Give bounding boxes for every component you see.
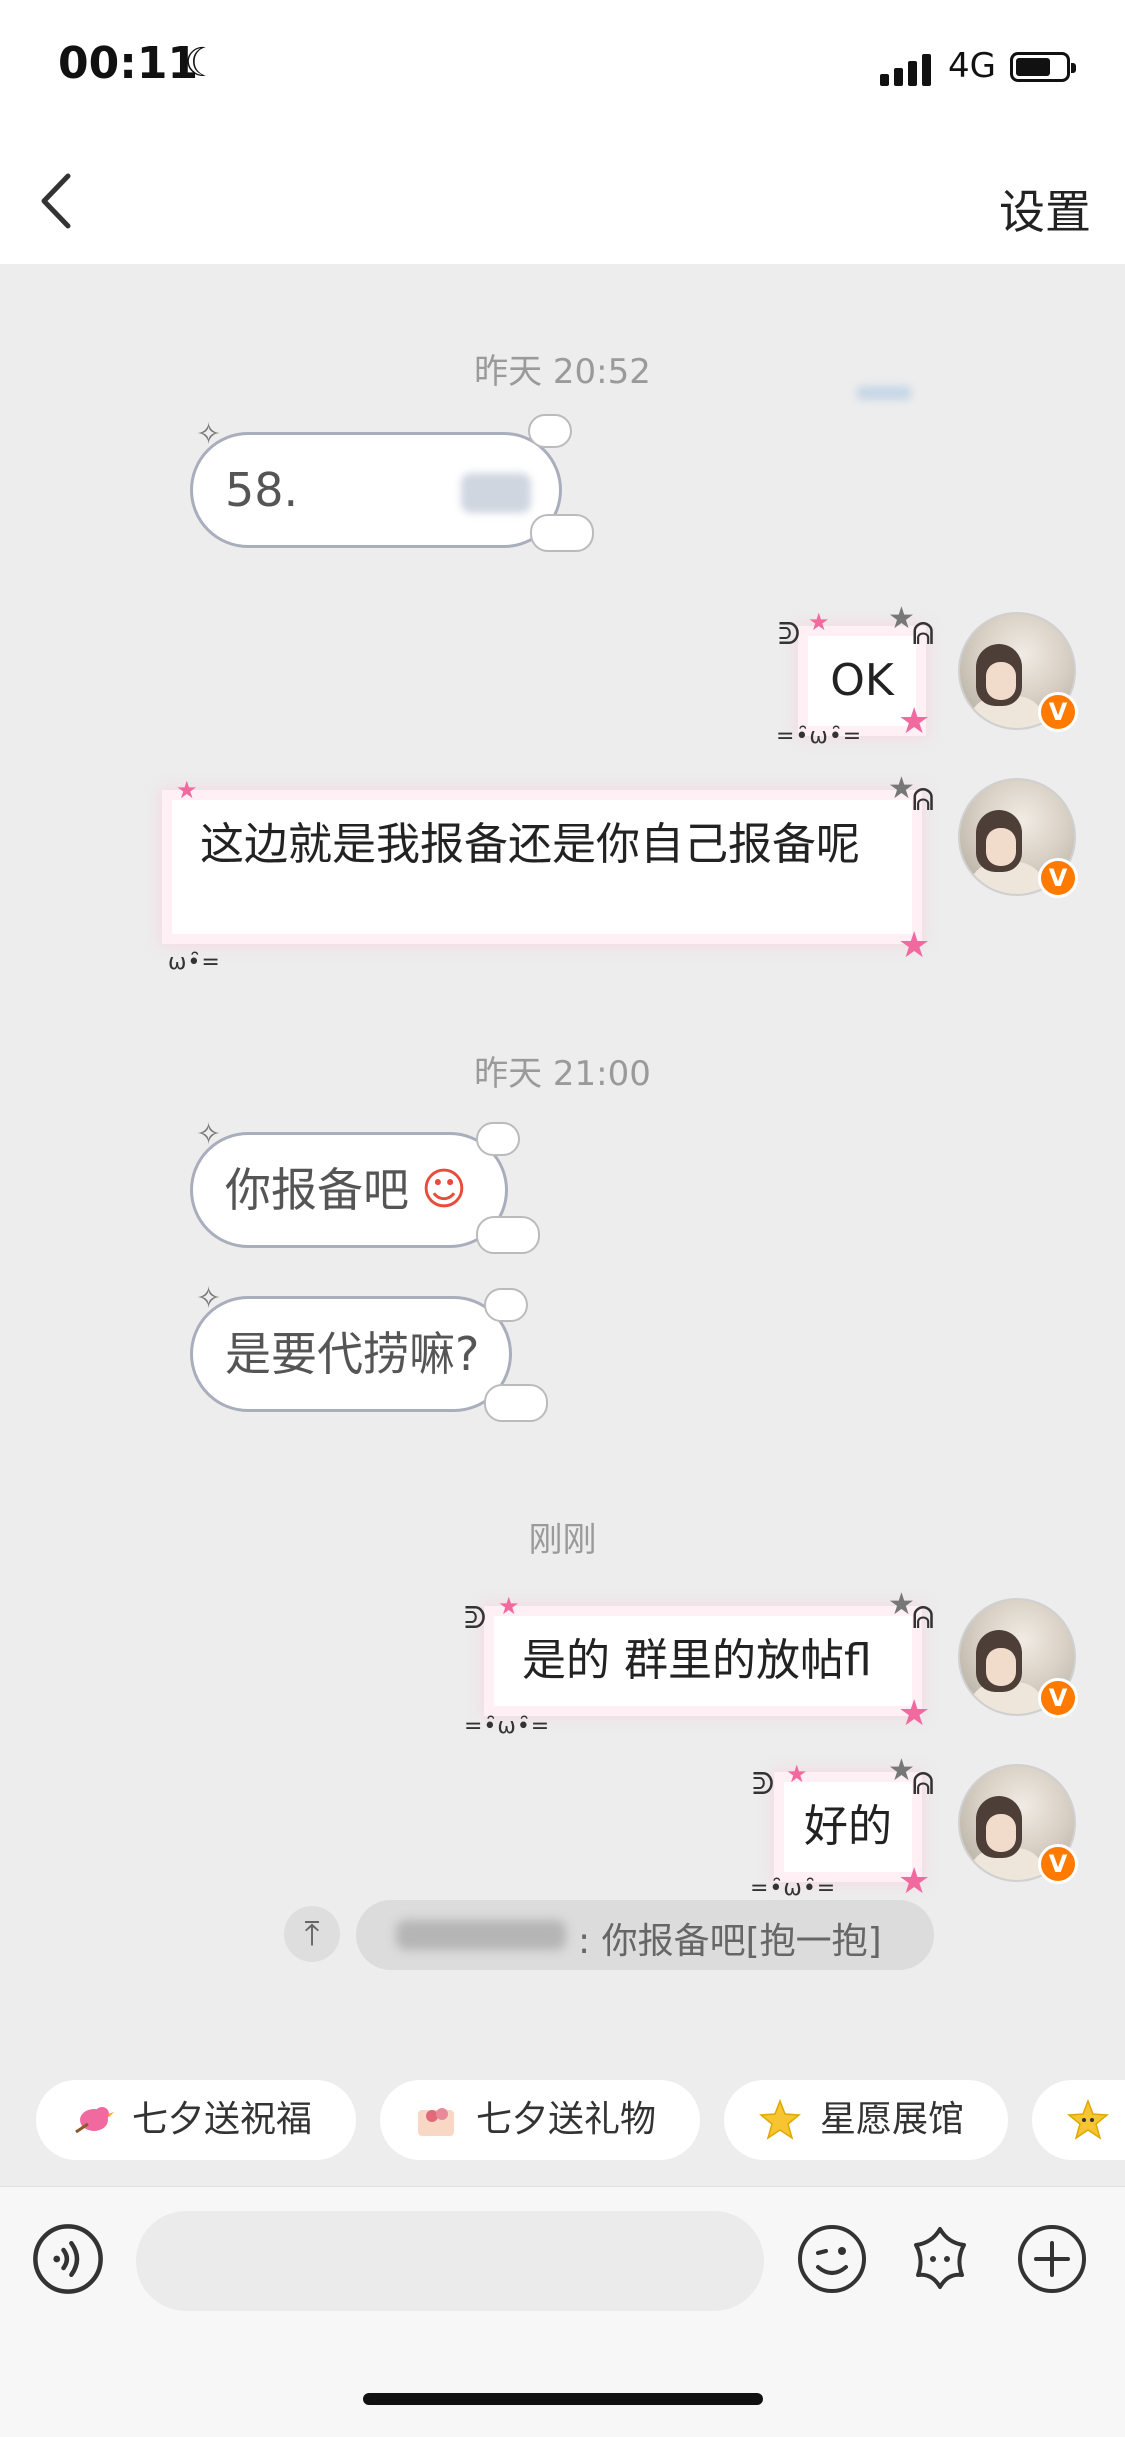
- blurred-content: [856, 386, 912, 400]
- message-text: 58.: [225, 463, 299, 517]
- star-icon: ★: [498, 1592, 520, 1620]
- star-icon: [759, 2098, 801, 2140]
- kaomoji-decoration: ω•̑=: [168, 950, 221, 975]
- cloud-icon: [476, 1216, 540, 1254]
- verified-badge-icon: V: [1038, 858, 1078, 898]
- wing-icon: ᕲ: [464, 1601, 487, 1636]
- star-icon: ★: [888, 601, 915, 636]
- bird-icon: [75, 2107, 114, 2134]
- message-text: 你报备吧: [225, 1163, 409, 1217]
- back-icon[interactable]: [28, 166, 98, 236]
- message-timestamp: 昨天 20:52: [474, 352, 651, 392]
- message-bubble[interactable]: 是要代捞嘛?: [190, 1296, 512, 1412]
- star-icon: ★: [176, 776, 198, 804]
- star-icon: ★: [888, 1587, 915, 1622]
- battery-icon: [1010, 52, 1076, 82]
- star-icon: ★: [888, 1753, 915, 1788]
- star-icon: ★: [898, 701, 931, 742]
- kaomoji-decoration: =•̑ω•̑=: [776, 724, 863, 749]
- wing-icon: ᕱ: [912, 617, 935, 652]
- kaomoji-decoration: =•̑ω•̑=: [750, 1876, 837, 1901]
- verified-badge-icon: V: [1038, 1678, 1078, 1718]
- gift-envelope-icon: [418, 2108, 454, 2136]
- moon-icon: ☾: [184, 40, 220, 86]
- star-icon: ★: [898, 925, 931, 966]
- cloud-icon: [484, 1288, 528, 1322]
- message-bubble[interactable]: 这边就是我报备还是你自己报备呢: [172, 800, 912, 934]
- wing-icon: ᕲ: [778, 617, 801, 652]
- quoted-text: : 你报备吧[抱一抱]: [578, 1921, 882, 1962]
- blurred-content: [461, 473, 531, 513]
- chip-wish-gallery[interactable]: 星愿展馆: [724, 2080, 1008, 2160]
- message-timestamp: 刚刚: [528, 1520, 597, 1560]
- nav-bar: 设置: [0, 140, 1125, 264]
- quoted-message-bar: ⤒ : 你报备吧[抱一抱]: [0, 1900, 1125, 1970]
- settings-button[interactable]: 设置: [999, 176, 1091, 242]
- star-face-icon: [1067, 2098, 1109, 2140]
- chat-area: 昨天 20:52 58. ✧ OK ᕲ ★ ★ ᕱ ★ =•̑ω•̑= V 这边…: [0, 264, 1125, 2044]
- cloud-icon: [484, 1384, 548, 1422]
- cloud-icon: [528, 414, 572, 448]
- star-icon: ★: [898, 1693, 931, 1734]
- message-text: OK: [830, 655, 894, 706]
- quick-action-chips: 七夕送祝福 七夕送礼物 星愿展馆: [0, 2080, 1125, 2160]
- status-bar: 00:11 ☾ 4G: [0, 0, 1125, 140]
- cloud-icon: [476, 1122, 520, 1156]
- blurred-username: [396, 1920, 566, 1950]
- chip-more[interactable]: [1032, 2080, 1125, 2160]
- wing-icon: ᕱ: [912, 783, 935, 818]
- quoted-message[interactable]: : 你报备吧[抱一抱]: [356, 1900, 934, 1970]
- wing-icon: ᕱ: [912, 1767, 935, 1802]
- cloud-icon: [530, 514, 594, 552]
- network-label: 4G: [948, 46, 996, 86]
- status-time: 00:11: [58, 38, 199, 89]
- sparkle-icon: ✧: [196, 1117, 222, 1152]
- sparkle-icon: ✧: [196, 1281, 222, 1316]
- star-icon: ★: [808, 608, 830, 636]
- kaomoji-decoration: =•̑ω•̑=: [464, 1714, 551, 1739]
- chip-label: 七夕送礼物: [476, 2099, 657, 2140]
- message-text: 是的 群里的放帖fl: [522, 1635, 872, 1686]
- message-bubble[interactable]: 好的: [784, 1782, 912, 1872]
- chip-qixi-blessing[interactable]: 七夕送祝福: [36, 2080, 356, 2160]
- sparkle-icon: ✧: [196, 417, 222, 452]
- wing-icon: ᕱ: [912, 1601, 935, 1636]
- wing-icon: ᕲ: [752, 1767, 775, 1802]
- emoji-icon[interactable]: [796, 2223, 868, 2295]
- message-bubble[interactable]: 你报备吧 ☺: [190, 1132, 508, 1248]
- message-bubble[interactable]: 58.: [190, 432, 562, 548]
- pin-top-icon[interactable]: ⤒: [284, 1906, 340, 1962]
- hug-emoji-icon: ☺: [421, 1164, 467, 1215]
- message-timestamp: 昨天 21:00: [474, 1054, 651, 1094]
- star-icon: ★: [786, 1760, 808, 1788]
- input-bar: [0, 2186, 1125, 2437]
- chip-qixi-gift[interactable]: 七夕送礼物: [380, 2080, 700, 2160]
- message-bubble[interactable]: 是的 群里的放帖fl: [494, 1616, 912, 1706]
- sticker-icon[interactable]: [904, 2223, 976, 2295]
- signal-icon: [880, 52, 936, 86]
- star-icon: ★: [898, 1861, 931, 1902]
- message-text: 这边就是我报备还是你自己报备呢: [200, 819, 860, 870]
- plus-icon[interactable]: [1016, 2223, 1088, 2295]
- verified-badge-icon: V: [1038, 1844, 1078, 1884]
- verified-badge-icon: V: [1038, 692, 1078, 732]
- star-icon: ★: [888, 771, 915, 806]
- chip-label: 七夕送祝福: [132, 2099, 313, 2140]
- chip-label: 星愿展馆: [820, 2099, 965, 2140]
- message-text: 是要代捞嘛?: [225, 1327, 480, 1381]
- message-text: 好的: [804, 1801, 892, 1852]
- home-indicator: [363, 2393, 763, 2405]
- message-input[interactable]: [136, 2211, 764, 2311]
- voice-icon[interactable]: [32, 2223, 104, 2295]
